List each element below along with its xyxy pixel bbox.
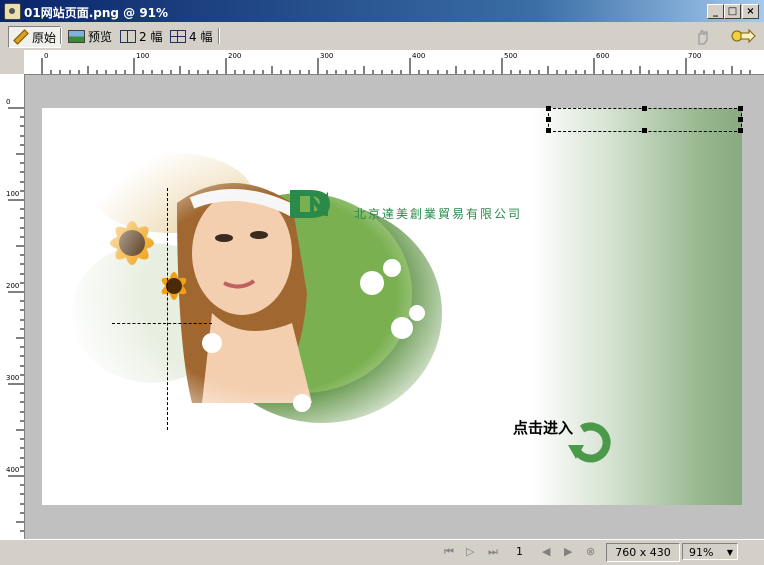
company-logo <box>290 190 330 218</box>
tab-4-up-label: 4 幅 <box>189 29 213 44</box>
ruler-label: 300 <box>6 374 20 382</box>
last-frame-icon[interactable]: ⏭ <box>488 545 498 559</box>
ruler-label: 300 <box>320 52 334 60</box>
tab-4-up[interactable]: 4 幅 <box>166 26 216 46</box>
tab-original-label: 原始 <box>32 30 57 45</box>
ruler-label: 200 <box>6 282 20 290</box>
app-icon <box>4 3 21 20</box>
selection-handle[interactable] <box>546 106 551 111</box>
selection-handle[interactable] <box>546 128 551 133</box>
tab-preview-label: 预览 <box>88 29 113 44</box>
toolbar-separator <box>218 28 220 44</box>
toolbar-separator <box>60 28 62 44</box>
maximize-button[interactable]: □ <box>724 4 741 19</box>
pencil-icon <box>13 29 29 45</box>
ruler-label: 500 <box>504 52 518 60</box>
selection-handle[interactable] <box>738 117 743 122</box>
play-icon[interactable]: ▷ <box>466 545 474 558</box>
selection-handle[interactable] <box>546 117 551 122</box>
ruler-label: 400 <box>6 466 20 474</box>
ruler-label: 0 <box>6 98 11 106</box>
ruler-label: 100 <box>6 190 20 198</box>
selection-handle[interactable] <box>738 106 743 111</box>
image-canvas[interactable]: 北京達美創業貿易有限公司 点击进入 <box>42 108 742 505</box>
ruler-label: 600 <box>596 52 610 60</box>
split-four-icon <box>170 29 186 43</box>
vertical-ruler[interactable]: 0 100 200 300 400 <box>0 74 25 539</box>
title-bar: 01网站页面.png @ 91% _ □ × <box>0 0 764 22</box>
ruler-label: 0 <box>44 52 49 60</box>
prev-frame-icon[interactable]: ◀ <box>542 545 550 558</box>
ruler-label: 700 <box>688 52 702 60</box>
ruler-corner[interactable] <box>0 50 25 75</box>
first-frame-icon[interactable]: ⏮ <box>444 545 454 559</box>
frame-number: 1 <box>516 545 523 558</box>
hero-photo <box>62 143 442 443</box>
slice-guide-horizontal[interactable] <box>112 323 212 324</box>
ruler-label: 400 <box>412 52 426 60</box>
slice-guide-vertical[interactable] <box>167 188 168 430</box>
selection-handle[interactable] <box>642 128 647 133</box>
tab-2-up[interactable]: 2 幅 <box>116 26 166 46</box>
ruler-label: 100 <box>136 52 150 60</box>
tab-preview[interactable]: 预览 <box>64 26 116 46</box>
export-icon[interactable] <box>730 27 756 45</box>
zoom-value: 91% <box>689 546 714 559</box>
stop-icon[interactable]: ⊗ <box>586 545 595 558</box>
image-dimensions: 760 x 430 <box>606 543 680 562</box>
enter-link-text[interactable]: 点击进入 <box>513 417 573 438</box>
chevron-down-icon: ▼ <box>726 548 733 557</box>
selection-handle[interactable] <box>738 128 743 133</box>
next-frame-icon[interactable]: ▶ <box>564 545 572 558</box>
minimize-button[interactable]: _ <box>707 4 724 19</box>
ruler-label: 200 <box>228 52 242 60</box>
view-toolbar: 原始 预览 2 幅 4 幅 <box>0 22 764 51</box>
window-title: 01网站页面.png @ 91% <box>24 6 169 20</box>
company-name: 北京達美創業貿易有限公司 <box>354 207 523 221</box>
tab-2-up-label: 2 幅 <box>139 29 163 44</box>
hand-tool-icon[interactable] <box>694 28 712 46</box>
zoom-select[interactable]: 91% ▼ <box>682 543 738 560</box>
green-gradient-band <box>532 108 742 505</box>
selection-handle[interactable] <box>642 106 647 111</box>
status-bar: ⏮ ▷ ⏭ 1 ◀ ▶ ⊗ 760 x 430 91% ▼ <box>0 539 764 565</box>
close-button[interactable]: × <box>742 4 759 19</box>
split-two-icon <box>120 29 136 43</box>
tab-original[interactable]: 原始 <box>8 26 62 48</box>
horizontal-ruler[interactable]: 0 100 200 300 400 500 600 700 <box>24 50 764 75</box>
return-arrow-icon[interactable] <box>568 419 612 463</box>
image-icon <box>68 29 85 43</box>
